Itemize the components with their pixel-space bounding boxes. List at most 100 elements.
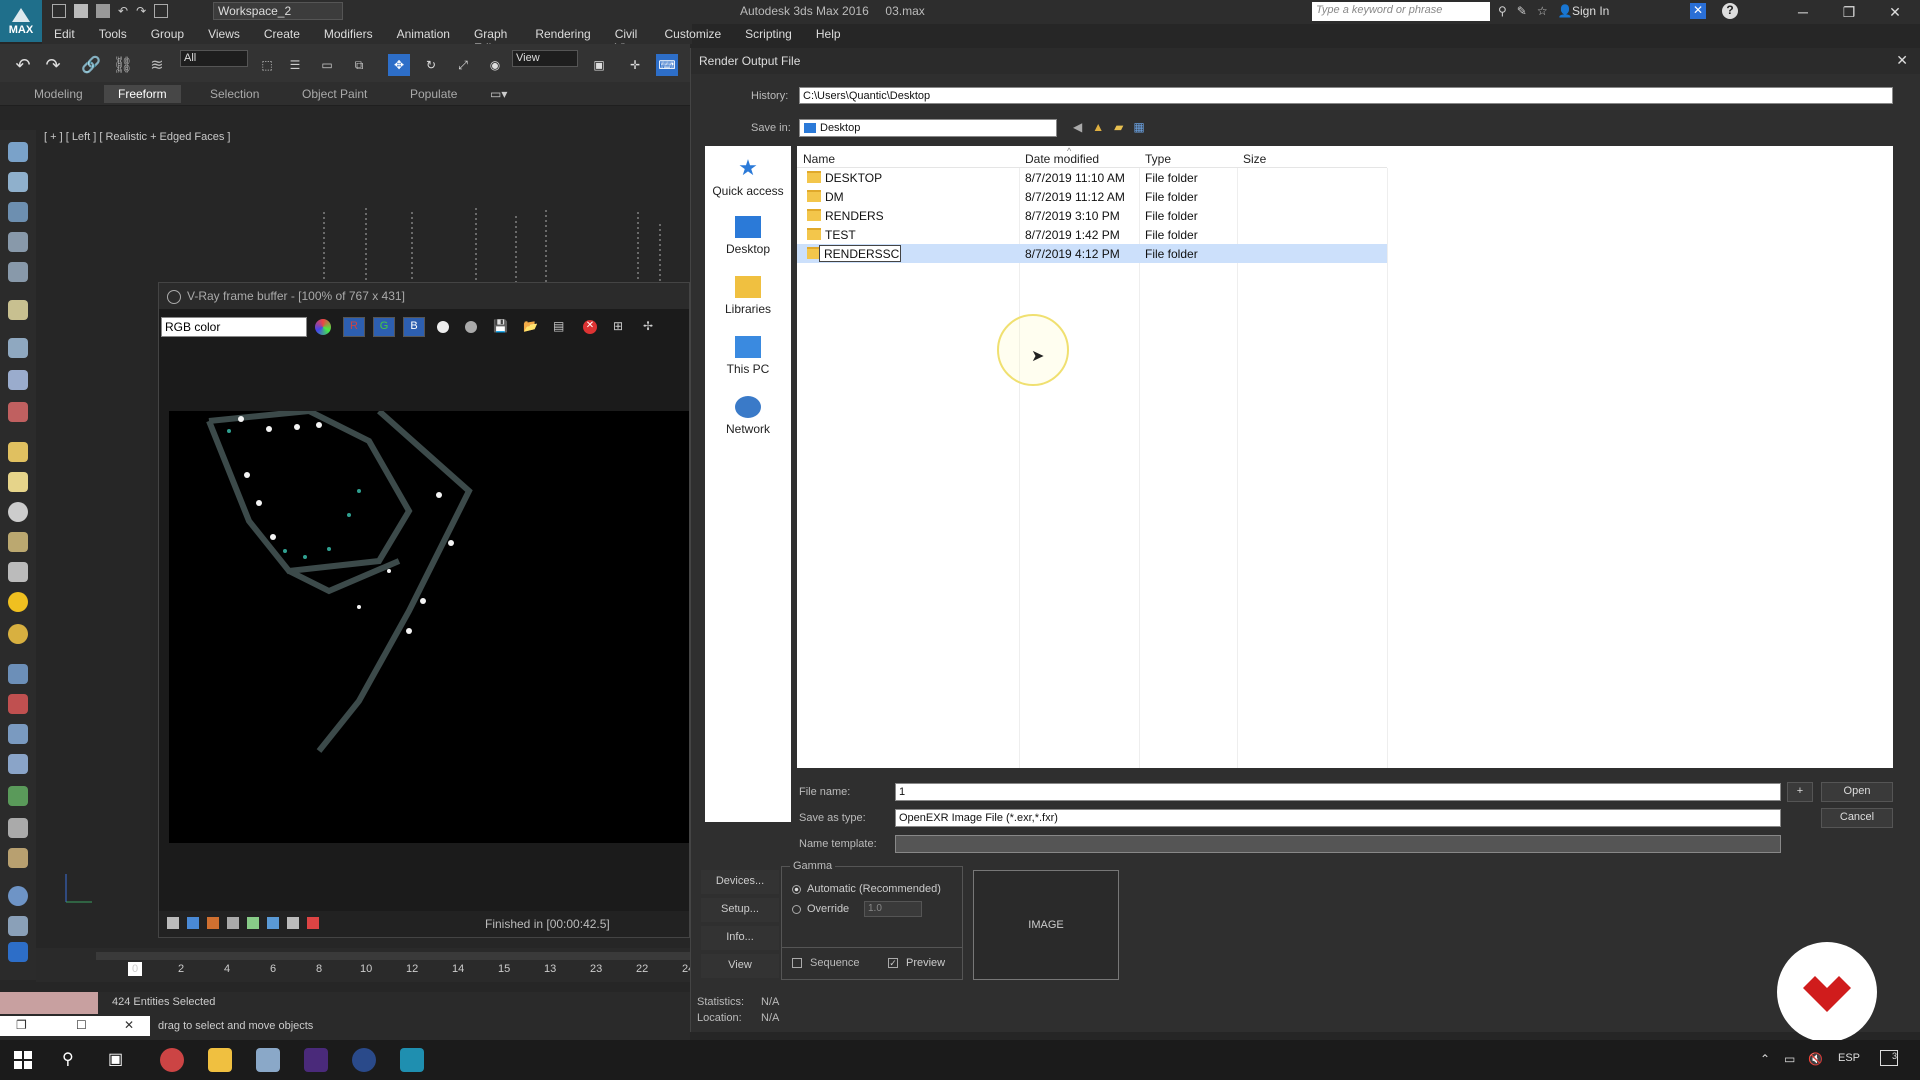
menu-civil-view[interactable]: Civil View: [603, 24, 653, 55]
grid-icon[interactable]: [8, 262, 28, 282]
tab-selection[interactable]: Selection: [210, 87, 259, 101]
language-indicator[interactable]: ESP: [1838, 1052, 1860, 1064]
rename-input[interactable]: RENDERSSC: [819, 245, 901, 262]
favorites-icon[interactable]: ☆: [1537, 4, 1548, 18]
menu-create[interactable]: Create: [252, 24, 312, 44]
cone-icon[interactable]: [8, 562, 28, 582]
minimize-button[interactable]: ─: [1780, 0, 1826, 24]
column-type[interactable]: Type: [1145, 152, 1171, 166]
clear-image-icon[interactable]: ▤: [553, 319, 564, 333]
manipulate-icon[interactable]: ✛: [624, 54, 646, 76]
open-button[interactable]: Open: [1821, 782, 1893, 802]
app-logo[interactable]: MAX: [0, 0, 42, 42]
save-file-icon[interactable]: [96, 4, 110, 18]
color-corrections-icon[interactable]: [315, 319, 331, 335]
gear-icon[interactable]: [8, 338, 28, 358]
hair-icon[interactable]: [8, 818, 28, 838]
menu-group[interactable]: Group: [139, 24, 196, 44]
info-button[interactable]: Info...: [701, 926, 779, 950]
user-icon[interactable]: 👤: [1558, 4, 1573, 18]
menu-graph-editors[interactable]: Graph Editors: [462, 24, 523, 55]
redo-icon[interactable]: ↷: [42, 54, 64, 76]
file-name-input[interactable]: 1: [895, 783, 1781, 801]
3dsmax-taskbar-icon[interactable]: [400, 1048, 424, 1072]
notification-icon[interactable]: 3: [1880, 1050, 1898, 1066]
taskbar-app-icon[interactable]: [256, 1048, 280, 1072]
menu-customize[interactable]: Customize: [652, 24, 733, 44]
cloth-icon[interactable]: [8, 848, 28, 868]
menu-edit[interactable]: Edit: [42, 24, 87, 44]
lens-effects-icon[interactable]: [187, 917, 199, 929]
cloud-icon[interactable]: [8, 172, 28, 192]
place-libraries[interactable]: Libraries: [705, 276, 791, 316]
gamma-override-radio[interactable]: Override: [792, 903, 849, 915]
graph-icon[interactable]: [8, 916, 28, 936]
new-folder-icon[interactable]: ▰: [1114, 120, 1123, 134]
help-icon[interactable]: ?: [1722, 3, 1738, 19]
network-tray-icon[interactable]: ▭: [1784, 1052, 1795, 1066]
ribbon-options-icon[interactable]: ▭▾: [490, 87, 507, 101]
bg-image-icon[interactable]: [247, 917, 259, 929]
save-image-icon[interactable]: 💾: [493, 319, 508, 333]
file-row[interactable]: TEST 8/7/2019 1:42 PM File folder: [797, 225, 1387, 244]
file-row[interactable]: RENDERS 8/7/2019 3:10 PM File folder: [797, 206, 1387, 225]
menu-modifiers[interactable]: Modifiers: [312, 24, 385, 44]
curve-icon[interactable]: [227, 917, 239, 929]
gold-sphere-icon[interactable]: [8, 624, 28, 644]
rect-selection-icon[interactable]: ▭: [316, 54, 338, 76]
sequence-checkbox[interactable]: Sequence: [792, 957, 860, 969]
selection-filter-dropdown[interactable]: All: [180, 50, 248, 67]
ref-coord-dropdown[interactable]: View: [512, 50, 578, 67]
close-icon[interactable]: ✕: [124, 1018, 134, 1032]
globe-icon[interactable]: [8, 886, 28, 906]
timeline[interactable]: 0 2 4 6 8 10 12 14 15 13 23 22 24: [36, 948, 694, 982]
window-crossing-icon[interactable]: ⧉: [348, 54, 370, 76]
column-date[interactable]: Date modified: [1025, 152, 1099, 166]
taskbar-app-icon[interactable]: [160, 1048, 184, 1072]
increment-button[interactable]: +: [1787, 782, 1813, 802]
file-row-selected[interactable]: RENDERSSC 8/7/2019 4:12 PM File folder: [797, 244, 1387, 263]
sound-icon[interactable]: [8, 370, 28, 390]
preview-checkbox[interactable]: ✓ Preview: [888, 957, 945, 969]
blue-channel-button[interactable]: B: [403, 317, 425, 337]
history-icon[interactable]: [167, 917, 179, 929]
gamma-automatic-radio[interactable]: Automatic (Recommended): [792, 883, 941, 895]
mono-icon[interactable]: [465, 321, 477, 333]
new-file-icon[interactable]: [52, 4, 66, 18]
place-this-pc[interactable]: This PC: [705, 336, 791, 376]
tab-populate[interactable]: Populate: [410, 87, 457, 101]
devices-button[interactable]: Devices...: [701, 870, 779, 894]
tab-modeling[interactable]: Modeling: [34, 87, 83, 101]
restore-icon[interactable]: ❐: [16, 1018, 27, 1032]
save-in-dropdown[interactable]: Desktop: [799, 119, 1057, 137]
column-size[interactable]: Size: [1243, 152, 1266, 166]
camera-icon[interactable]: [8, 202, 28, 222]
pivot-icon[interactable]: ▣: [588, 54, 610, 76]
project-folder-icon[interactable]: [154, 4, 169, 18]
key-track[interactable]: [96, 952, 690, 960]
file-list[interactable]: Name Date modified Type Size ^ DESKTOP 8…: [797, 146, 1893, 768]
dome-icon[interactable]: [8, 472, 28, 492]
plant-icon[interactable]: [8, 786, 28, 806]
levels-icon[interactable]: [207, 917, 219, 929]
file-explorer-icon[interactable]: [208, 1048, 232, 1072]
place-quick-access[interactable]: ★ Quick access: [705, 156, 791, 199]
tab-freeform[interactable]: Freeform: [104, 85, 181, 103]
workspace-selector[interactable]: Workspace_2: [213, 2, 343, 20]
view-menu-icon[interactable]: ▦: [1133, 120, 1144, 134]
search-icon[interactable]: ⚲: [62, 1049, 74, 1069]
select-object-icon[interactable]: ⬚: [256, 54, 278, 76]
particles-icon[interactable]: [8, 664, 28, 684]
select-by-name-icon[interactable]: ☰: [284, 54, 306, 76]
menu-scripting[interactable]: Scripting: [733, 24, 804, 44]
alpha-icon[interactable]: [437, 321, 449, 333]
scale-icon[interactable]: ⤢: [452, 54, 474, 76]
after-effects-icon[interactable]: [304, 1048, 328, 1072]
task-view-icon[interactable]: ▣: [108, 1049, 123, 1069]
render-icon[interactable]: [8, 942, 28, 962]
teapot-icon[interactable]: [8, 142, 28, 162]
tray-chevron-icon[interactable]: ⌃: [1760, 1052, 1770, 1066]
maximize-icon[interactable]: ☐: [76, 1018, 87, 1032]
close-window-button[interactable]: ✕: [1872, 0, 1918, 24]
sun-icon[interactable]: [8, 592, 28, 612]
